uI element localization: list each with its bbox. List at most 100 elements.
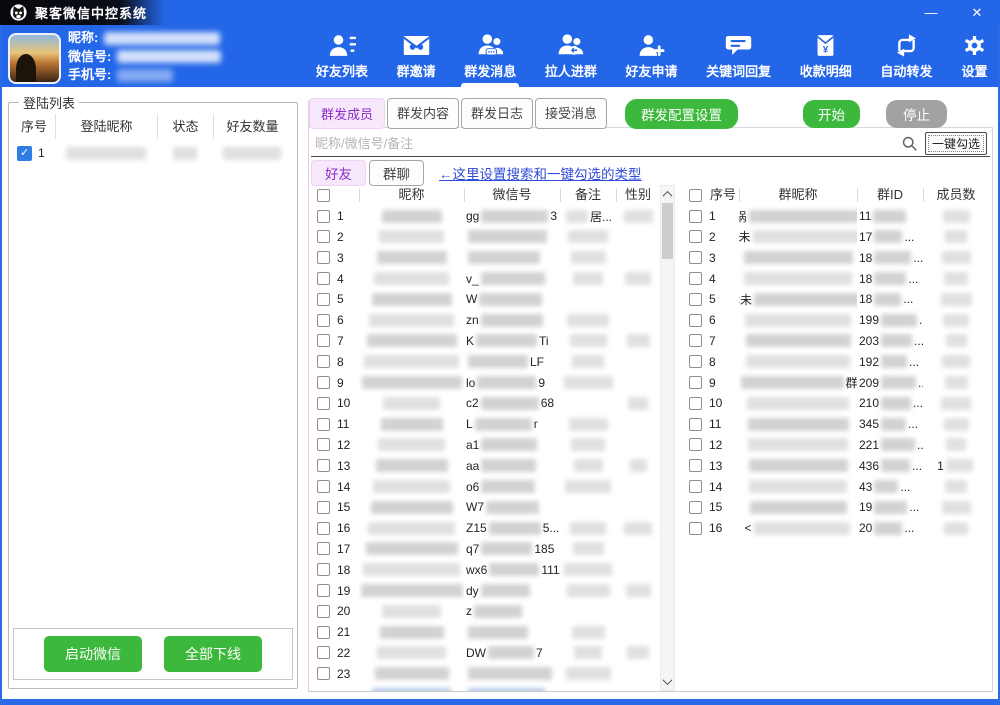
row-checkbox[interactable] bbox=[689, 272, 702, 285]
nav-item-keyword-reply[interactable]: 关键词回复 bbox=[702, 25, 775, 87]
row-checkbox[interactable] bbox=[317, 605, 330, 618]
friends-row-checkbox-cell bbox=[311, 580, 335, 601]
text-fragment: wx6 bbox=[466, 563, 487, 577]
redacted-text bbox=[486, 501, 539, 514]
groups-row-index: 5 bbox=[707, 289, 739, 310]
friends-row-gender bbox=[616, 206, 660, 227]
row-checkbox[interactable] bbox=[689, 334, 702, 347]
redacted-text bbox=[481, 480, 535, 493]
type-tab-groups[interactable]: 群聊 bbox=[369, 160, 424, 186]
redacted-text bbox=[567, 314, 609, 327]
row-checkbox[interactable] bbox=[689, 501, 702, 514]
row-checkbox[interactable] bbox=[317, 418, 330, 431]
tab-mass-members[interactable]: 群发成员 bbox=[309, 98, 385, 129]
row-checkbox[interactable] bbox=[689, 314, 702, 327]
tab-receive-message[interactable]: 接受消息 bbox=[535, 98, 607, 129]
row-checkbox[interactable] bbox=[689, 418, 702, 431]
row-checkbox[interactable] bbox=[317, 438, 330, 451]
row-checkbox[interactable] bbox=[689, 459, 702, 472]
login-row-checkbox[interactable] bbox=[17, 146, 32, 161]
groups-row-index: 12 bbox=[707, 435, 739, 456]
redacted-text bbox=[223, 147, 281, 160]
chevron-down-icon bbox=[663, 675, 673, 685]
nav-item-payment-detail[interactable]: ¥收款明细 bbox=[796, 25, 856, 87]
redacted-text bbox=[564, 563, 612, 576]
nav-item-pull-into-group[interactable]: 拉人进群 bbox=[541, 25, 601, 87]
row-checkbox[interactable] bbox=[317, 314, 330, 327]
row-checkbox[interactable] bbox=[689, 293, 702, 306]
tab-mass-content[interactable]: 群发内容 bbox=[387, 98, 459, 129]
row-checkbox[interactable] bbox=[317, 459, 330, 472]
tab-mass-log[interactable]: 群发日志 bbox=[461, 98, 533, 129]
row-checkbox[interactable] bbox=[317, 563, 330, 576]
groups-row-member-count bbox=[923, 497, 989, 518]
groups-row-member-count bbox=[923, 351, 989, 372]
row-checkbox[interactable] bbox=[317, 210, 330, 223]
redacted-text bbox=[376, 459, 448, 472]
row-checkbox[interactable] bbox=[317, 626, 330, 639]
row-checkbox[interactable] bbox=[689, 522, 702, 535]
row-checkbox[interactable] bbox=[317, 667, 330, 680]
check-all-button[interactable]: 一键勾选 bbox=[925, 132, 987, 155]
friends-row-index: 8 bbox=[335, 351, 359, 372]
friends-row-note bbox=[560, 372, 616, 393]
scroll-down-button[interactable] bbox=[661, 674, 674, 689]
row-checkbox[interactable] bbox=[317, 480, 330, 493]
redacted-text bbox=[754, 293, 857, 306]
row-checkbox[interactable] bbox=[689, 397, 702, 410]
start-button[interactable]: 开始 bbox=[803, 100, 860, 128]
row-checkbox[interactable] bbox=[317, 646, 330, 659]
scrollbar-thumb[interactable] bbox=[662, 203, 673, 259]
row-checkbox[interactable] bbox=[689, 210, 702, 223]
friends-table-scrollbar[interactable] bbox=[660, 185, 675, 691]
friends-row-gender bbox=[616, 310, 660, 331]
row-checkbox[interactable] bbox=[689, 376, 702, 389]
row-checkbox[interactable] bbox=[317, 584, 330, 597]
minimize-button[interactable]: — bbox=[908, 0, 954, 25]
row-checkbox[interactable] bbox=[689, 251, 702, 264]
row-checkbox[interactable] bbox=[689, 438, 702, 451]
groups-select-all-checkbox[interactable] bbox=[689, 189, 702, 202]
friends-row-note bbox=[560, 310, 616, 331]
search-input[interactable] bbox=[311, 134, 901, 153]
row-checkbox[interactable] bbox=[317, 251, 330, 264]
nav-item-mass-message[interactable]: 群发消息 bbox=[460, 25, 520, 87]
nav-item-group-invite[interactable]: 群邀请 bbox=[393, 25, 440, 87]
redacted-text bbox=[571, 251, 606, 264]
row-checkbox[interactable] bbox=[689, 230, 702, 243]
nav-item-friend-request[interactable]: 好友申请 bbox=[622, 25, 682, 87]
redacted-text bbox=[378, 438, 445, 451]
row-checkbox[interactable] bbox=[317, 501, 330, 514]
row-checkbox[interactable] bbox=[689, 355, 702, 368]
row-checkbox[interactable] bbox=[317, 334, 330, 347]
row-checkbox[interactable] bbox=[689, 480, 702, 493]
nav-item-friend-list[interactable]: 好友列表 bbox=[312, 25, 372, 87]
groups-row-id: 20... bbox=[857, 518, 923, 539]
nav-item-auto-forward[interactable]: 自动转发 bbox=[876, 25, 936, 87]
all-offline-button[interactable]: 全部下线 bbox=[164, 636, 262, 672]
type-tab-friends[interactable]: 好友 bbox=[311, 160, 366, 186]
nav-item-settings[interactable]: 设置 bbox=[957, 25, 992, 87]
person-list-icon bbox=[329, 32, 356, 58]
scroll-up-button[interactable] bbox=[661, 187, 674, 202]
friends-column-header: 性别 bbox=[616, 185, 660, 206]
row-checkbox[interactable] bbox=[317, 272, 330, 285]
close-button[interactable]: ✕ bbox=[954, 0, 1000, 25]
row-checkbox[interactable] bbox=[317, 293, 330, 306]
avatar bbox=[8, 33, 61, 84]
row-checkbox[interactable] bbox=[317, 522, 330, 535]
row-checkbox[interactable] bbox=[317, 397, 330, 410]
row-checkbox[interactable] bbox=[317, 376, 330, 389]
mass-send-config-button[interactable]: 群发配置设置 bbox=[625, 99, 738, 129]
friends-row-checkbox-cell bbox=[311, 455, 335, 476]
groups-row-name bbox=[739, 435, 857, 456]
type-hint-link[interactable]: ←这里设置搜索和一键勾选的类型 bbox=[439, 163, 642, 183]
stop-button[interactable]: 停止 bbox=[886, 100, 947, 128]
text-fragment: ... bbox=[909, 500, 919, 514]
row-checkbox[interactable] bbox=[317, 542, 330, 555]
start-wechat-button[interactable]: 启动微信 bbox=[44, 636, 142, 672]
row-checkbox[interactable] bbox=[317, 355, 330, 368]
row-checkbox[interactable] bbox=[317, 230, 330, 243]
select-all-checkbox[interactable] bbox=[317, 189, 330, 202]
friends-row-gender bbox=[616, 684, 660, 691]
